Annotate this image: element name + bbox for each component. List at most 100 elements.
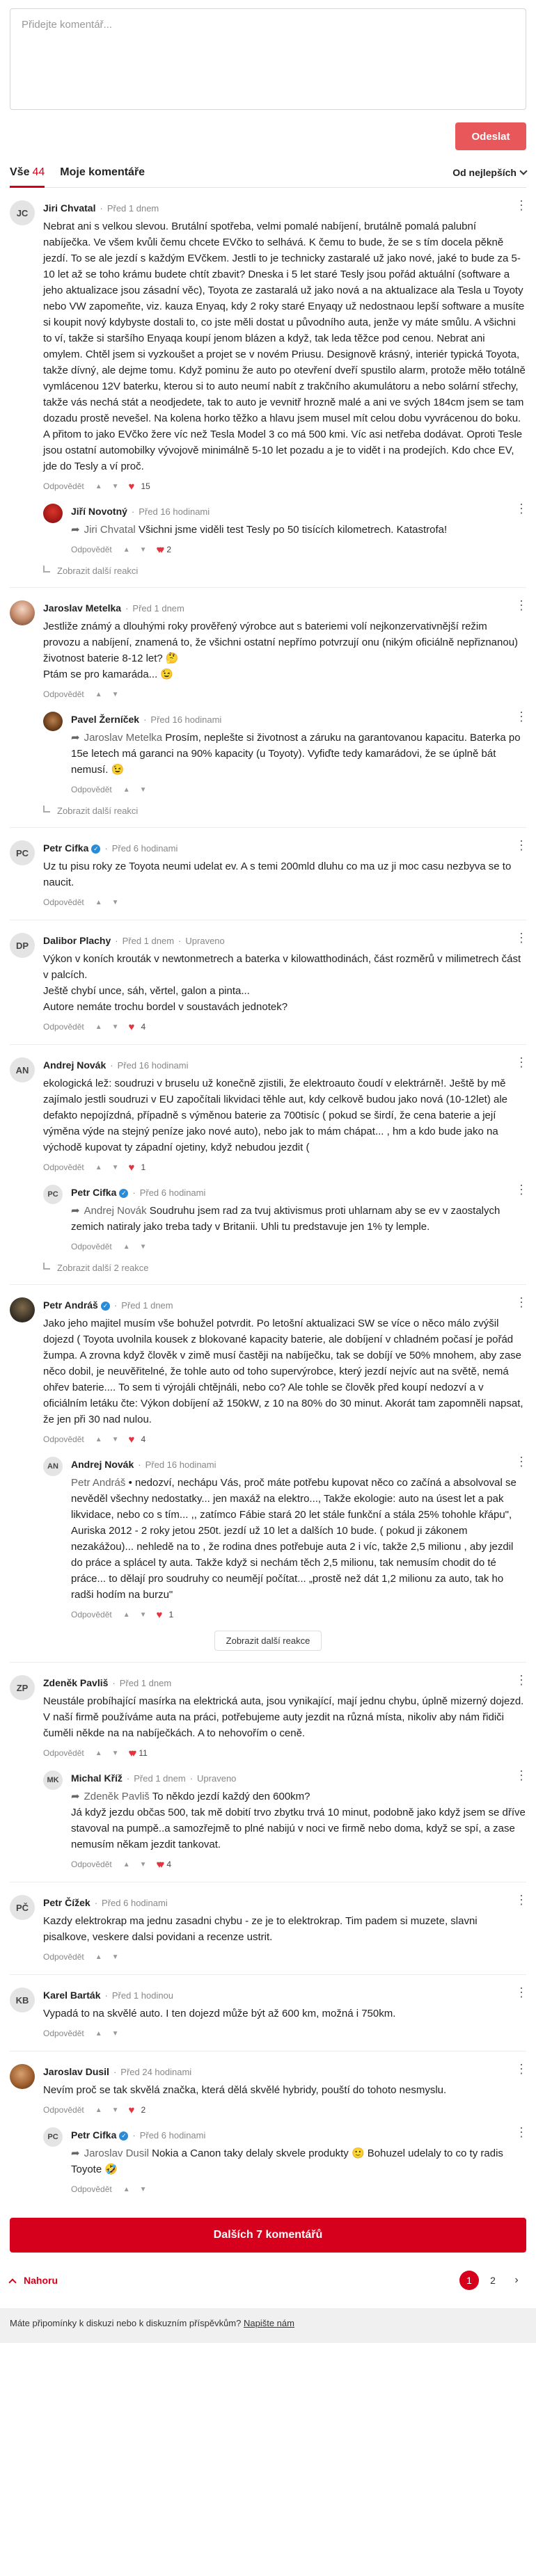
contact-link[interactable]: Napište nám: [244, 2318, 294, 2328]
author-name[interactable]: Andrej Novák: [43, 1059, 106, 1071]
downvote-icon[interactable]: ▼: [140, 1611, 147, 1619]
reply-button[interactable]: Odpovědět: [71, 2184, 112, 2194]
author-name[interactable]: Petr Cifka: [71, 2129, 116, 2141]
upvote-icon[interactable]: ▲: [123, 2186, 130, 2193]
downvote-icon[interactable]: ▼: [112, 483, 119, 490]
back-to-top-link[interactable]: Nahoru: [8, 2275, 58, 2287]
downvote-icon[interactable]: ▼: [140, 1243, 147, 1251]
reply-button[interactable]: Odpovědět: [71, 1610, 112, 1619]
more-options-icon[interactable]: ⋮: [515, 1296, 528, 1309]
author-name[interactable]: Michal Kříž: [71, 1773, 123, 1784]
sort-dropdown[interactable]: Od nejlepších: [452, 167, 528, 178]
more-options-icon[interactable]: ⋮: [515, 710, 528, 723]
author-name[interactable]: Zdeněk Pavliš: [43, 1677, 108, 1688]
show-more-replies[interactable]: Zobrazit další reakci: [43, 805, 526, 816]
downvote-icon[interactable]: ▼: [112, 1164, 119, 1171]
reply-button[interactable]: Odpovědět: [43, 1162, 84, 1172]
upvote-icon[interactable]: ▲: [95, 1023, 102, 1031]
page-2[interactable]: 2: [483, 2271, 503, 2290]
tab-all[interactable]: Vše 44: [10, 157, 45, 188]
load-more-replies-button[interactable]: Zobrazit další reakce: [214, 1631, 322, 1651]
show-more-replies[interactable]: Zobrazit další 2 reakce: [43, 1262, 526, 1273]
more-options-icon[interactable]: ⋮: [515, 599, 528, 611]
author-name[interactable]: Pavel Žerníček: [71, 714, 139, 725]
downvote-icon[interactable]: ▼: [112, 2106, 119, 2114]
more-options-icon[interactable]: ⋮: [515, 1455, 528, 1468]
reply-button[interactable]: Odpovědět: [43, 1434, 84, 1444]
upvote-icon[interactable]: ▲: [95, 1750, 102, 1757]
author-name[interactable]: Petr Cifka: [71, 1187, 116, 1198]
more-options-icon[interactable]: ⋮: [515, 502, 528, 515]
reply-button[interactable]: Odpovědět: [71, 785, 112, 794]
page-1[interactable]: 1: [459, 2271, 479, 2290]
more-options-icon[interactable]: ⋮: [515, 839, 528, 851]
reply-button[interactable]: Odpovědět: [43, 2105, 84, 2115]
reply-button[interactable]: Odpovědět: [43, 481, 84, 491]
reply-comment: MK Michal Kříž · Před 1 dnem · Upraveno ➦ Zde…: [43, 1769, 528, 1871]
reply-to-name: Jaroslav Dusil: [84, 2147, 149, 2159]
tab-my-comments[interactable]: Moje komentáře: [60, 157, 145, 188]
reply-button[interactable]: Odpovědět: [71, 545, 112, 554]
comment-input[interactable]: Přidejte komentář...: [10, 8, 526, 110]
more-options-icon[interactable]: ⋮: [515, 931, 528, 944]
upvote-icon[interactable]: ▲: [95, 2106, 102, 2114]
more-options-icon[interactable]: ⋮: [515, 2126, 528, 2138]
send-button[interactable]: Odeslat: [455, 122, 526, 150]
downvote-icon[interactable]: ▼: [140, 546, 147, 554]
author-name[interactable]: Dalibor Plachy: [43, 935, 111, 946]
upvote-icon[interactable]: ▲: [95, 1436, 102, 1443]
upvote-icon[interactable]: ▲: [95, 2030, 102, 2038]
reply-button[interactable]: Odpovědět: [43, 2029, 84, 2038]
upvote-icon[interactable]: ▲: [95, 899, 102, 906]
upvote-icon[interactable]: ▲: [95, 691, 102, 698]
load-more-comments-button[interactable]: Dalších 7 komentářů: [10, 2218, 526, 2253]
chevron-up-icon: [8, 2278, 17, 2287]
more-options-icon[interactable]: ⋮: [515, 199, 528, 211]
avatar: [10, 2064, 35, 2089]
reply-button[interactable]: Odpovědět: [43, 1748, 84, 1758]
downvote-icon[interactable]: ▼: [140, 1861, 147, 1869]
author-name[interactable]: Petr Čížek: [43, 1897, 90, 1908]
downvote-icon[interactable]: ▼: [112, 899, 119, 906]
downvote-icon[interactable]: ▼: [112, 2030, 119, 2038]
reply-button[interactable]: Odpovědět: [43, 1022, 84, 1032]
downvote-icon[interactable]: ▼: [112, 1436, 119, 1443]
reply-button[interactable]: Odpovědět: [71, 1859, 112, 1869]
more-options-icon[interactable]: ⋮: [515, 1894, 528, 1906]
upvote-icon[interactable]: ▲: [123, 1243, 130, 1251]
upvote-icon[interactable]: ▲: [95, 1164, 102, 1171]
upvote-icon[interactable]: ▲: [95, 483, 102, 490]
author-name[interactable]: Jaroslav Metelka: [43, 602, 121, 614]
downvote-icon[interactable]: ▼: [112, 1953, 119, 1961]
upvote-icon[interactable]: ▲: [123, 1611, 130, 1619]
author-name[interactable]: Petr Andráš: [43, 1299, 98, 1311]
comment-thread: Jaroslav Dusil · Před 24 hodinami Nevím pr…: [10, 2051, 528, 2207]
author-name[interactable]: Jiri Chvatal: [43, 202, 95, 214]
upvote-icon[interactable]: ▲: [123, 1861, 130, 1869]
reply-button[interactable]: Odpovědět: [43, 689, 84, 699]
downvote-icon[interactable]: ▼: [112, 691, 119, 698]
more-options-icon[interactable]: ⋮: [515, 1986, 528, 1999]
downvote-icon[interactable]: ▼: [112, 1750, 119, 1757]
upvote-icon[interactable]: ▲: [95, 1953, 102, 1961]
author-name[interactable]: Petr Cifka: [43, 842, 88, 854]
reply-button[interactable]: Odpovědět: [71, 1242, 112, 1251]
reply-button[interactable]: Odpovědět: [43, 1952, 84, 1962]
upvote-icon[interactable]: ▲: [123, 546, 130, 554]
more-options-icon[interactable]: ⋮: [515, 1056, 528, 1069]
more-options-icon[interactable]: ⋮: [515, 1183, 528, 1196]
reply-button[interactable]: Odpovědět: [43, 897, 84, 907]
more-options-icon[interactable]: ⋮: [515, 1769, 528, 1782]
more-options-icon[interactable]: ⋮: [515, 1674, 528, 1686]
author-name[interactable]: Jiří Novotný: [71, 506, 127, 517]
downvote-icon[interactable]: ▼: [140, 2186, 147, 2193]
downvote-icon[interactable]: ▼: [140, 786, 147, 794]
author-name[interactable]: Jaroslav Dusil: [43, 2066, 109, 2077]
author-name[interactable]: Karel Barták: [43, 1990, 101, 2001]
more-options-icon[interactable]: ⋮: [515, 2063, 528, 2075]
show-more-replies[interactable]: Zobrazit další reakci: [43, 565, 526, 576]
author-name[interactable]: Andrej Novák: [71, 1459, 134, 1470]
downvote-icon[interactable]: ▼: [112, 1023, 119, 1031]
next-page-icon[interactable]: ›: [507, 2271, 526, 2290]
upvote-icon[interactable]: ▲: [123, 786, 130, 794]
